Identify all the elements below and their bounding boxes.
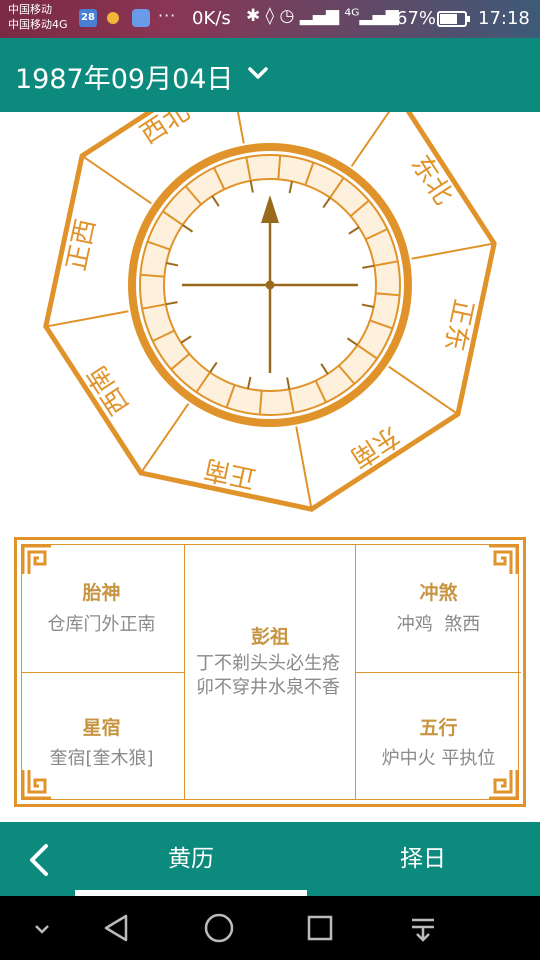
chevron-down-icon[interactable] xyxy=(22,908,62,948)
system-nav-bar xyxy=(0,896,540,960)
taishen-text: 仓库门外正南 xyxy=(47,614,156,635)
compass-dial: 正北东北正东东南正南西南正西西北 xyxy=(43,112,497,512)
app-notification-icon xyxy=(107,12,119,24)
corner-ornament-icon xyxy=(489,544,519,574)
corner-ornament-icon xyxy=(21,544,51,574)
app-header: 1987年09月04日 xyxy=(0,38,540,112)
pengzu-text: 丁不剃头头必生疮 卯不穿井水泉不香 xyxy=(196,653,340,698)
pengzu-title: 彭祖 xyxy=(250,626,289,648)
wuxing-text: 炉中火 平执位 xyxy=(381,748,496,769)
calendar-notification-icon: 28 xyxy=(79,9,97,27)
system-status-icons: ✱ ◊ ◷ ▂▄▆ ⁴ᴳ▂▄▆ xyxy=(246,6,399,26)
chongsha-title: 冲煞 xyxy=(419,582,458,604)
battery-fill xyxy=(440,14,458,24)
row-divider xyxy=(21,672,185,673)
xingxiu-title: 星宿 xyxy=(82,717,121,739)
needle-pivot xyxy=(265,280,275,290)
xingxiu-text: 奎宿[奎木狼] xyxy=(49,748,154,769)
battery-percent: 67% xyxy=(396,8,437,29)
tab-zeri[interactable]: 择日 xyxy=(307,822,539,896)
notification-shade-icon[interactable] xyxy=(403,908,443,948)
carrier-1: 中国移动 xyxy=(8,3,52,16)
corner-ornament-icon xyxy=(21,770,51,800)
row-divider xyxy=(355,672,521,673)
chongsha-text: 冲鸡 煞西 xyxy=(396,614,481,635)
corner-ornament-icon xyxy=(489,770,519,800)
bottom-tab-bar: 黄历 择日 xyxy=(0,822,540,896)
tab-huangli[interactable]: 黄历 xyxy=(75,822,307,896)
carrier-info: 中国移动 中国移动4G xyxy=(8,2,68,32)
home-circle-icon[interactable] xyxy=(199,908,239,948)
battery-icon xyxy=(437,11,470,27)
recent-apps-icon[interactable] xyxy=(300,908,340,948)
more-notifications-icon: ··· xyxy=(158,6,177,25)
taishen-title: 胎神 xyxy=(82,582,121,604)
back-arrow-icon[interactable] xyxy=(22,840,56,880)
carrier-2: 中国移动4G xyxy=(8,18,68,31)
back-triangle-icon[interactable] xyxy=(98,908,138,948)
date-selector[interactable]: 1987年09月04日 xyxy=(15,57,233,96)
browser-notification-icon xyxy=(132,9,150,27)
network-speed: 0K/s xyxy=(192,8,231,29)
wuxing-title: 五行 xyxy=(419,717,458,739)
status-bar: 中国移动 中国移动4G 28 ··· 0K/s ✱ ◊ ◷ ▂▄▆ ⁴ᴳ▂▄▆ … xyxy=(0,0,540,38)
clock: 17:18 xyxy=(478,8,530,29)
chevron-down-icon[interactable] xyxy=(247,62,269,84)
